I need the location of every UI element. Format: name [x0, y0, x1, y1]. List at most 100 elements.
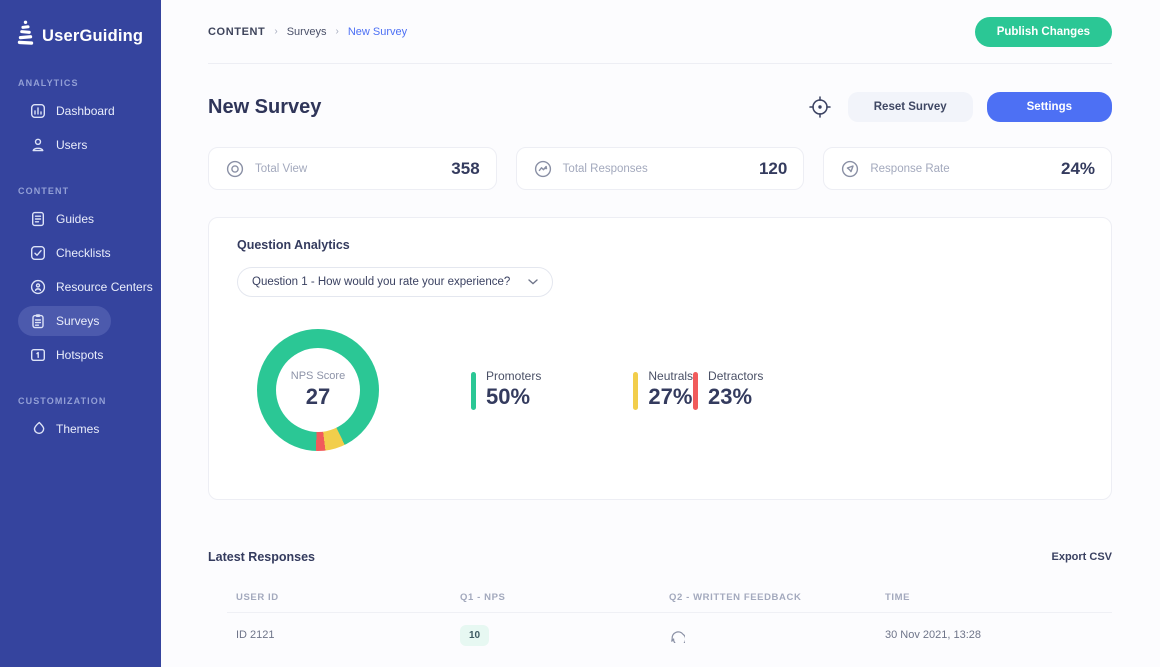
stat-label: Total View: [255, 163, 307, 175]
stats-row: Total View 358 Total Responses 120 Respo…: [208, 147, 1112, 190]
crosshair-icon[interactable]: [806, 93, 834, 121]
sidebar-section: CONTENT Guides Checklists Resource Cente…: [0, 186, 161, 370]
speech-bubble-icon[interactable]: [669, 627, 685, 643]
column-header: USER ID: [236, 592, 460, 603]
question-select-value: Question 1 - How would you rate your exp…: [252, 276, 510, 288]
stat-card: Total Responses 120: [516, 147, 805, 190]
main-content: CONTENT › Surveys › New Survey Publish Chang…: [161, 0, 1160, 667]
stat-value: 120: [759, 159, 787, 179]
nps-legend-item: Neutrals 27%: [633, 369, 693, 451]
legend-name: Promoters: [486, 369, 541, 383]
breadcrumb: CONTENT › Surveys › New Survey: [208, 26, 407, 38]
nps-score-value: 27: [306, 384, 330, 410]
sidebar-nav: ANALYTICS Dashboard Users CONTENT Guides…: [0, 78, 161, 444]
nps-chart-row: NPS Score 27 Promoters 50% Neutra: [237, 329, 1083, 451]
nps-legend-item: Promoters 50%: [471, 369, 541, 451]
column-header: Q2 - WRITTEN FEEDBACK: [669, 592, 885, 603]
responses-icon: [533, 159, 553, 179]
sidebar-section-label: CONTENT: [0, 186, 161, 196]
users-icon: [30, 137, 46, 153]
surveys-icon: [30, 313, 46, 329]
sidebar-item[interactable]: Hotspots: [18, 340, 115, 370]
checklists-icon: [30, 245, 46, 261]
column-header: TIME: [885, 592, 1112, 603]
legend-value: 27%: [648, 384, 693, 410]
nps-donut-chart: NPS Score 27: [257, 329, 379, 451]
nps-donut-center: NPS Score 27: [276, 348, 360, 432]
settings-button[interactable]: Settings: [987, 92, 1112, 122]
stat-value: 24%: [1061, 159, 1095, 179]
sidebar-item[interactable]: Guides: [18, 204, 106, 234]
latest-responses-section: Latest Responses Export CSV USER IDQ1 - …: [208, 550, 1112, 657]
breadcrumb-item[interactable]: New Survey: [348, 26, 407, 38]
responses-table: USER IDQ1 - NPSQ2 - WRITTEN FEEDBACKTIME…: [208, 592, 1112, 657]
page-actions: Reset Survey Settings: [806, 92, 1112, 122]
sidebar-item[interactable]: Checklists: [18, 238, 123, 268]
nps-legend: Promoters 50% Neutrals 27% Detractors: [379, 369, 763, 451]
legend-color-bar: [693, 372, 698, 410]
cell-time: 30 Nov 2021, 13:28: [885, 629, 1112, 641]
legend-name: Detractors: [708, 369, 763, 383]
page-title: New Survey: [208, 96, 321, 119]
sidebar-section-label: ANALYTICS: [0, 78, 161, 88]
legend-value: 50%: [486, 384, 541, 410]
latest-responses-title: Latest Responses: [208, 550, 315, 564]
rate-icon: [840, 159, 860, 179]
hotspots-icon: [30, 347, 46, 363]
stat-label: Total Responses: [563, 163, 648, 175]
export-csv-button[interactable]: Export CSV: [1051, 551, 1112, 563]
chevron-down-icon: [528, 279, 538, 285]
resource-centers-icon: [30, 279, 46, 295]
brand-logo[interactable]: UserGuiding: [0, 0, 161, 52]
stat-label: Response Rate: [870, 163, 949, 175]
view-icon: [225, 159, 245, 179]
question-analytics-title: Question Analytics: [237, 238, 1083, 252]
legend-name: Neutrals: [648, 369, 693, 383]
nps-score-badge: 10: [460, 625, 489, 646]
sidebar-item[interactable]: Dashboard: [18, 96, 127, 126]
sidebar: UserGuiding ANALYTICS Dashboard Users CO…: [0, 0, 161, 667]
stat-card: Response Rate 24%: [823, 147, 1112, 190]
breadcrumb-item[interactable]: Surveys: [287, 26, 327, 38]
sidebar-item-label: Users: [56, 138, 87, 152]
sidebar-item-label: Checklists: [56, 246, 111, 260]
cell-user-id: ID 2121: [236, 629, 460, 641]
sidebar-item[interactable]: Resource Centers: [18, 272, 165, 302]
stat-card: Total View 358: [208, 147, 497, 190]
sidebar-item-label: Hotspots: [56, 348, 103, 362]
lighthouse-icon: [16, 20, 35, 52]
nps-score-label: NPS Score: [291, 370, 345, 382]
brand-name: UserGuiding: [42, 27, 143, 46]
sidebar-item-label: Themes: [56, 422, 99, 436]
page-header: New Survey Reset Survey Settings: [208, 84, 1112, 130]
legend-value: 23%: [708, 384, 763, 410]
guides-icon: [30, 211, 46, 227]
sidebar-item[interactable]: Users: [18, 130, 99, 160]
sidebar-item-label: Surveys: [56, 314, 99, 328]
legend-color-bar: [633, 372, 638, 410]
sidebar-section-label: CUSTOMIZATION: [0, 396, 161, 406]
latest-responses-header: Latest Responses Export CSV: [208, 550, 1112, 564]
table-row[interactable]: ID 2121 10 30 Nov 2021, 13:28: [227, 613, 1112, 657]
publish-changes-button[interactable]: Publish Changes: [975, 17, 1112, 47]
sidebar-item-label: Guides: [56, 212, 94, 226]
breadcrumb-separator-icon: ›: [335, 26, 338, 37]
sidebar-section: ANALYTICS Dashboard Users: [0, 78, 161, 160]
legend-color-bar: [471, 372, 476, 410]
themes-icon: [30, 421, 46, 437]
question-analytics-card: Question Analytics Question 1 - How woul…: [208, 217, 1112, 500]
reset-survey-button[interactable]: Reset Survey: [848, 92, 973, 122]
nps-legend-item: Detractors 23%: [693, 369, 763, 451]
breadcrumb-item[interactable]: CONTENT: [208, 26, 265, 38]
topbar: CONTENT › Surveys › New Survey Publish Chang…: [208, 0, 1112, 63]
sidebar-item-label: Resource Centers: [56, 280, 153, 294]
question-select[interactable]: Question 1 - How would you rate your exp…: [237, 267, 553, 297]
sidebar-section: CUSTOMIZATION Themes: [0, 396, 161, 444]
sidebar-item-label: Dashboard: [56, 104, 115, 118]
stat-value: 358: [451, 159, 479, 179]
responses-table-head: USER IDQ1 - NPSQ2 - WRITTEN FEEDBACKTIME: [227, 592, 1112, 603]
responses-table-body: ID 2121 10 30 Nov 2021, 13:28: [227, 613, 1112, 657]
sidebar-item[interactable]: Themes: [18, 414, 111, 444]
breadcrumb-separator-icon: ›: [274, 26, 277, 37]
sidebar-item[interactable]: Surveys: [18, 306, 111, 336]
